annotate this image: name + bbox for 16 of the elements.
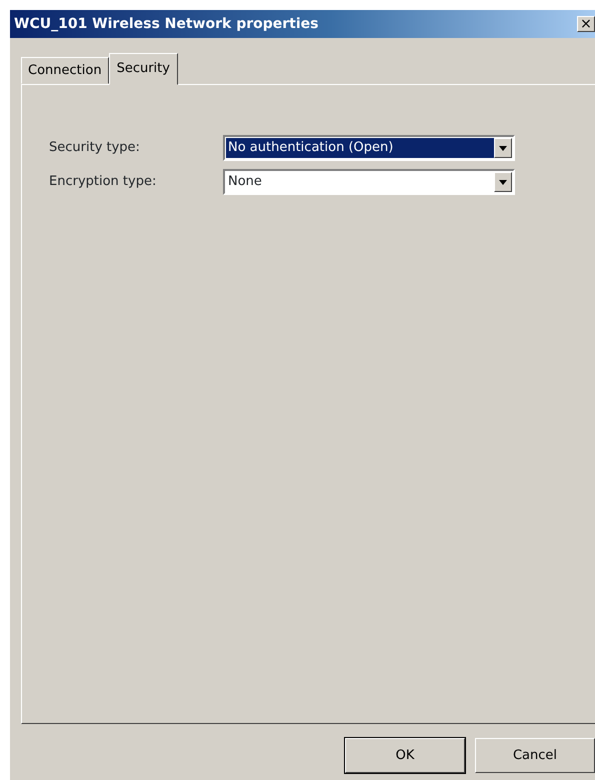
dialog-button[interactable]: Cancel <box>475 738 595 773</box>
dropdown-field[interactable]: No authentication (Open) <box>223 135 515 161</box>
field-label: Security type: <box>49 139 141 158</box>
selected-value: None <box>227 173 263 192</box>
selected-value: No authentication (Open) <box>226 138 494 158</box>
dropdown-arrow-button[interactable] <box>494 172 512 192</box>
dropdown-arrow-button[interactable] <box>494 138 512 158</box>
caret-icon <box>499 180 507 184</box>
field-label: Encryption type: <box>49 173 158 192</box>
tab[interactable]: Connection <box>21 56 109 84</box>
close-button[interactable]: × <box>577 16 595 32</box>
tab[interactable]: Security <box>108 52 178 85</box>
window-title: WCU_101 Wireless Network properties <box>14 14 318 34</box>
dialog-button[interactable]: OK <box>345 738 465 773</box>
dropdown-field[interactable]: None <box>223 169 515 195</box>
caret-icon <box>499 146 507 150</box>
